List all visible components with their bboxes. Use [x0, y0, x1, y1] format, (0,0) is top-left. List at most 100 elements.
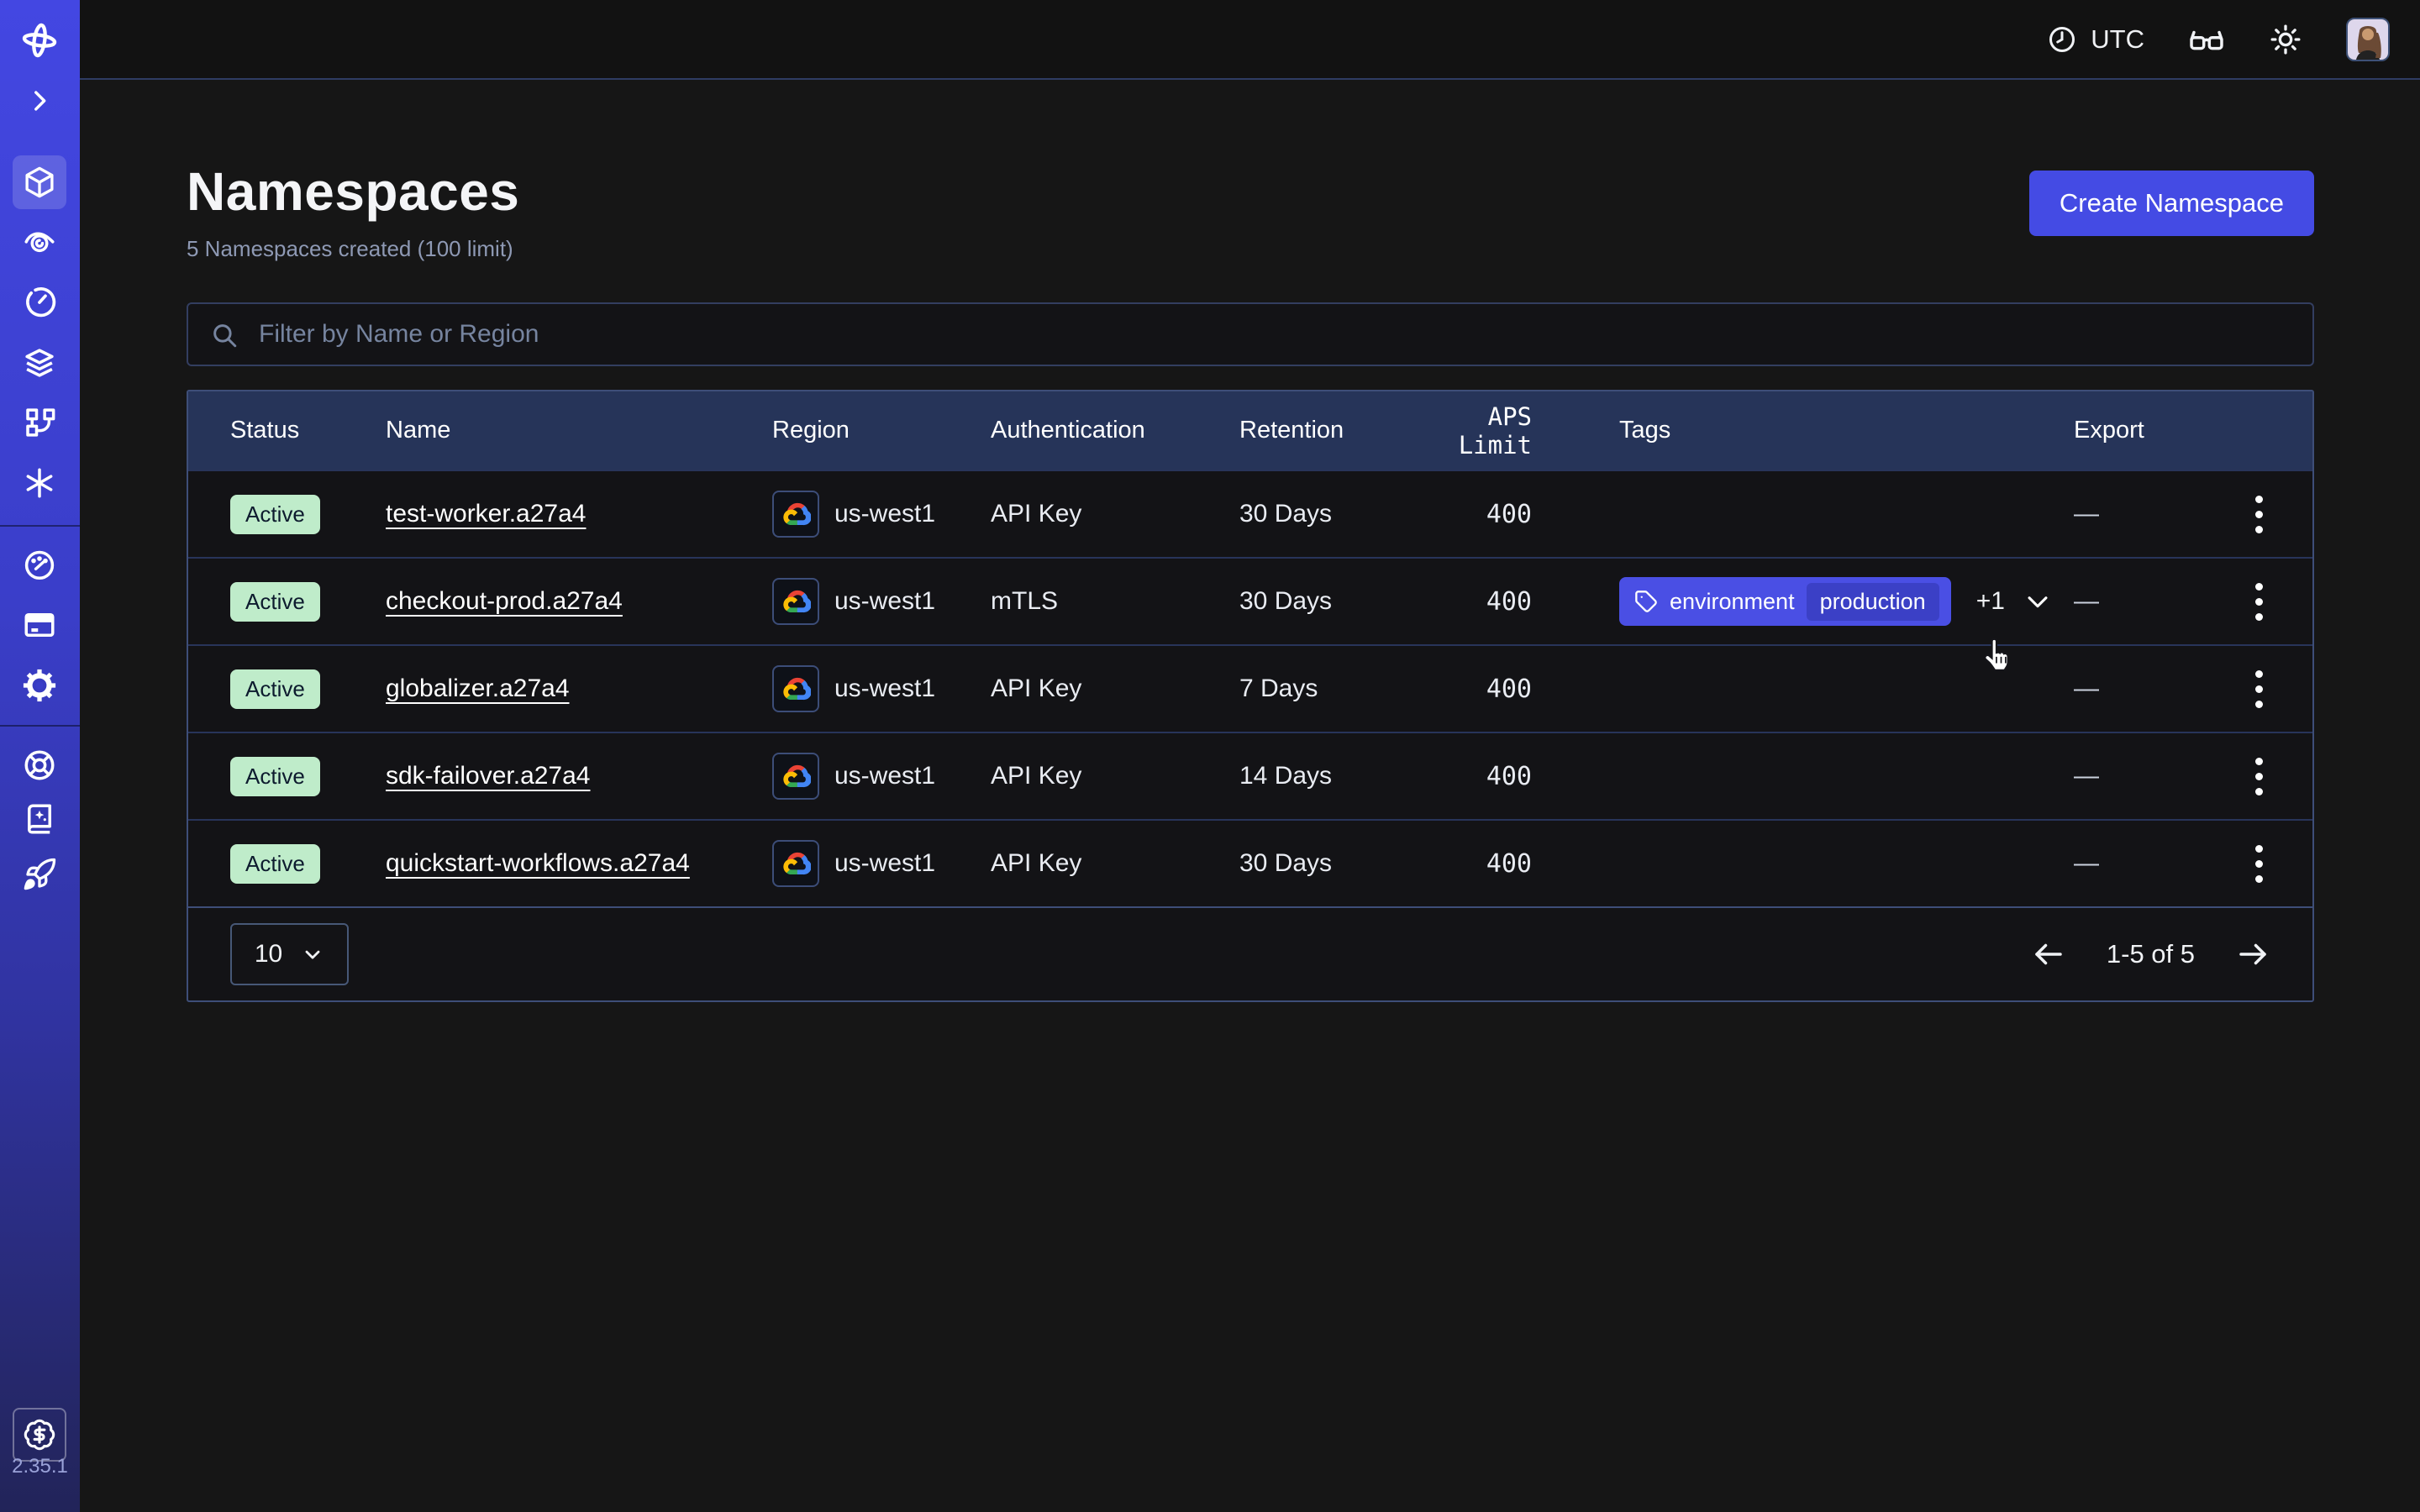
- labs-glasses-button[interactable]: [2188, 21, 2225, 58]
- book-sparkle-icon: [22, 801, 57, 837]
- row-menu-button[interactable]: [2235, 491, 2282, 538]
- table-row: Active globalizer.a27a4 us-west1 API Key…: [188, 644, 2312, 732]
- chevron-down-icon: [2023, 587, 2052, 616]
- auth-cell: API Key: [991, 500, 1239, 528]
- region-label: us-west1: [834, 762, 935, 790]
- table-row: Active sdk-failover.a27a4 us-west1 API K…: [188, 732, 2312, 819]
- timer-icon: [22, 285, 57, 320]
- retention-cell: 14 Days: [1239, 762, 1433, 790]
- col-status: Status: [230, 417, 386, 444]
- status-badge: Active: [230, 669, 320, 709]
- tags-overflow-toggle[interactable]: +1: [1976, 587, 2052, 616]
- page-size-select[interactable]: 10: [230, 923, 349, 985]
- export-cell: —: [2074, 762, 2235, 790]
- sidebar-item-getting-started[interactable]: [13, 848, 66, 901]
- sidebar-item-settings[interactable]: [13, 659, 66, 712]
- tag-icon: [1634, 590, 1658, 613]
- row-menu-button[interactable]: [2235, 840, 2282, 887]
- row-menu-button[interactable]: [2235, 665, 2282, 712]
- table-footer: 10 1-5 of 5: [188, 906, 2312, 1000]
- sidebar-item-support[interactable]: [13, 738, 66, 792]
- tag-chip[interactable]: environment production: [1619, 577, 1951, 626]
- export-cell: —: [2074, 849, 2235, 878]
- next-page-button[interactable]: [2235, 937, 2270, 972]
- branch-icon: [22, 405, 57, 440]
- row-menu-button[interactable]: [2235, 578, 2282, 625]
- page-size-value: 10: [255, 940, 282, 969]
- badge-dollar-icon: [23, 1418, 56, 1452]
- auth-cell: API Key: [991, 675, 1239, 703]
- search-icon: [210, 321, 239, 349]
- col-retention: Retention: [1239, 417, 1433, 444]
- theme-toggle-button[interactable]: [2269, 23, 2302, 56]
- page-header: Namespaces 5 Namespaces created (100 lim…: [187, 160, 2314, 262]
- user-avatar[interactable]: [2346, 18, 2390, 61]
- auth-cell: API Key: [991, 849, 1239, 878]
- pagination-range: 1-5 of 5: [2107, 939, 2195, 969]
- auth-cell: mTLS: [991, 587, 1239, 616]
- main-content: Namespaces 5 Namespaces created (100 lim…: [80, 80, 2420, 1512]
- plan-button[interactable]: [13, 1408, 66, 1462]
- gauge-icon: [22, 547, 57, 582]
- aps-cell: 400: [1433, 849, 1532, 879]
- sidebar-divider: [0, 725, 80, 727]
- gcp-cloud-icon: [772, 665, 819, 712]
- sidebar-item-usage[interactable]: [13, 538, 66, 591]
- tags-cell: environment production +1: [1532, 577, 2074, 626]
- gcp-cloud-icon: [772, 840, 819, 887]
- retention-cell: 30 Days: [1239, 587, 1433, 616]
- sidebar-item-schedules[interactable]: [13, 276, 66, 329]
- temporal-logo-icon[interactable]: [13, 13, 66, 67]
- aps-cell: 400: [1433, 675, 1532, 704]
- status-badge: Active: [230, 582, 320, 622]
- aps-cell: 400: [1433, 762, 1532, 791]
- status-badge: Active: [230, 757, 320, 796]
- table-row: Active quickstart-workflows.a27a4 us-wes…: [188, 819, 2312, 906]
- credit-card-icon: [22, 607, 57, 643]
- rocket-icon: [22, 857, 57, 892]
- export-cell: —: [2074, 675, 2235, 703]
- col-auth: Authentication: [991, 417, 1239, 444]
- topbar: UTC: [80, 0, 2420, 80]
- sidebar-item-namespaces[interactable]: [13, 155, 66, 209]
- retention-cell: 7 Days: [1239, 675, 1433, 703]
- app-version: 2.35.1: [0, 1455, 80, 1478]
- tag-key: environment: [1670, 589, 1795, 615]
- status-badge: Active: [230, 844, 320, 884]
- sun-icon: [2269, 23, 2302, 56]
- sidebar-expand-button[interactable]: [13, 74, 66, 128]
- page-title: Namespaces: [187, 160, 519, 223]
- namespace-link[interactable]: globalizer.a27a4: [386, 675, 570, 702]
- sidebar-item-nexus[interactable]: [13, 396, 66, 449]
- arrow-right-icon: [2235, 937, 2270, 972]
- layers-icon: [22, 345, 57, 381]
- cube-icon: [22, 165, 57, 200]
- namespace-link[interactable]: sdk-failover.a27a4: [386, 762, 591, 790]
- create-namespace-button[interactable]: Create Namespace: [2029, 171, 2314, 236]
- namespace-link[interactable]: test-worker.a27a4: [386, 500, 586, 528]
- app-root: 2.35.1 UTC Namespaces 5 Names: [0, 0, 2420, 1512]
- lifebuoy-icon: [22, 748, 57, 783]
- sidebar-item-batch[interactable]: [13, 456, 66, 510]
- export-cell: —: [2074, 500, 2235, 528]
- export-cell: —: [2074, 587, 2235, 616]
- sidebar-item-docs[interactable]: [13, 792, 66, 846]
- retention-cell: 30 Days: [1239, 500, 1433, 528]
- region-label: us-west1: [834, 675, 935, 703]
- sidebar-item-insights[interactable]: [13, 214, 66, 268]
- auth-cell: API Key: [991, 762, 1239, 790]
- sidebar-item-billing[interactable]: [13, 598, 66, 652]
- namespace-link[interactable]: checkout-prod.a27a4: [386, 587, 623, 615]
- arrow-left-icon: [2031, 937, 2066, 972]
- namespace-link[interactable]: quickstart-workflows.a27a4: [386, 849, 690, 877]
- namespaces-table: Status Name Region Authentication Retent…: [187, 390, 2314, 1002]
- filter-input[interactable]: [187, 302, 2314, 366]
- row-menu-button[interactable]: [2235, 753, 2282, 800]
- chevron-down-icon: [301, 942, 324, 966]
- tags-overflow-count: +1: [1976, 587, 2005, 616]
- filter-bar: [187, 302, 2314, 366]
- col-region: Region: [772, 417, 991, 444]
- sidebar-item-deployments[interactable]: [13, 336, 66, 390]
- prev-page-button[interactable]: [2031, 937, 2066, 972]
- timezone-selector[interactable]: UTC: [2047, 24, 2144, 55]
